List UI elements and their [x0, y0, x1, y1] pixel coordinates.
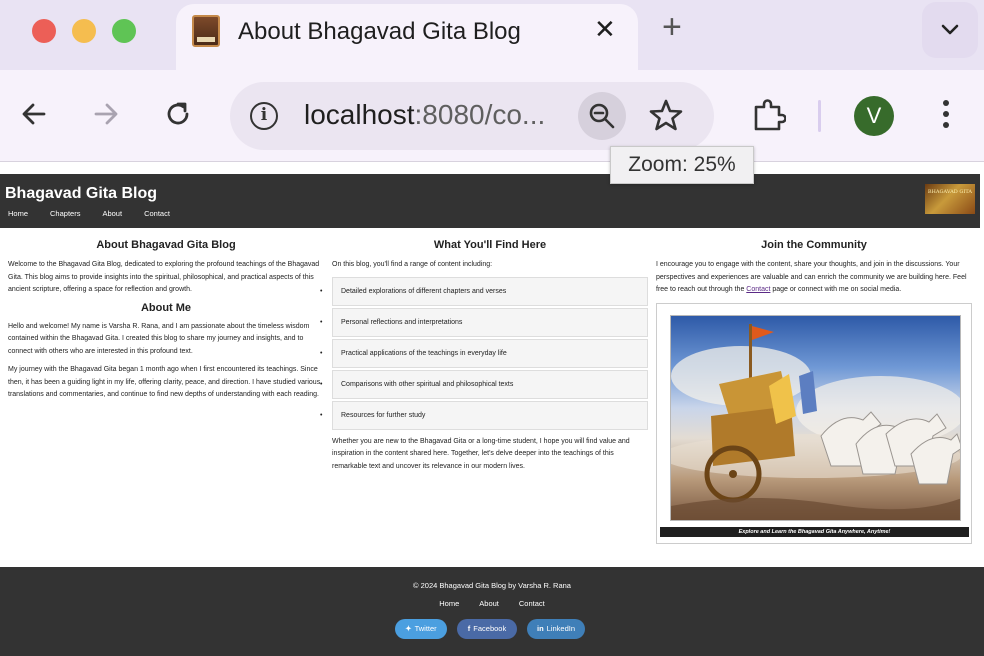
- list-item: Detailed explorations of different chapt…: [332, 276, 648, 306]
- favicon-icon: [192, 15, 220, 47]
- chevron-down-icon: [941, 24, 959, 35]
- community-column: Join the Community I encourage you to en…: [656, 238, 972, 544]
- list-item: Practical applications of the teachings …: [332, 338, 648, 368]
- twitter-icon: ✦: [405, 624, 412, 633]
- toolbar-separator: [818, 100, 821, 132]
- site-footer: © 2024 Bhagavad Gita Blog by Varsha R. R…: [0, 567, 984, 656]
- back-arrow-icon[interactable]: [18, 98, 50, 130]
- about-column: About Bhagavad Gita Blog Welcome to the …: [8, 238, 324, 408]
- browser-tab-active[interactable]: About Bhagavad Gita Blog ✕: [176, 4, 638, 70]
- features-list: Detailed explorations of different chapt…: [332, 276, 648, 430]
- krishna-arjuna-chariot-image: [670, 314, 961, 521]
- extensions-icon[interactable]: [752, 98, 786, 132]
- facebook-button[interactable]: f Facebook: [457, 619, 517, 639]
- features-heading: What You'll Find Here: [433, 239, 547, 251]
- about-heading: About Bhagavad Gita Blog: [96, 239, 236, 251]
- list-bullet: •: [320, 412, 323, 419]
- nav-contact[interactable]: Contact: [144, 209, 170, 218]
- reload-icon[interactable]: [162, 98, 194, 130]
- about-me-heading: About Me: [140, 301, 192, 314]
- footer-nav: Home About Contact: [0, 599, 984, 608]
- list-item: Personal reflections and interpretations: [332, 307, 648, 337]
- image-caption: Explore and Learn the Bhagavad Gita Anyw…: [660, 526, 969, 537]
- about-me-paragraph-2: My journey with the Bhagavad Gita began …: [8, 366, 321, 398]
- nav-home[interactable]: Home: [8, 209, 28, 218]
- about-intro: Welcome to the Bhagavad Gita Blog, dedic…: [8, 261, 320, 293]
- browser-toolbar: i localhost:8080/co... V: [0, 70, 984, 162]
- list-item: Resources for further study: [332, 400, 648, 430]
- window-maximize-button[interactable]: [112, 19, 136, 43]
- linkedin-icon: in: [536, 624, 544, 633]
- zoom-out-icon: [589, 103, 615, 129]
- list-bullet: •: [320, 319, 323, 326]
- footer-link-home[interactable]: Home: [439, 599, 459, 608]
- facebook-icon: f: [467, 624, 471, 633]
- info-icon[interactable]: i: [250, 102, 278, 130]
- tab-title: About Bhagavad Gita Blog: [238, 18, 521, 45]
- list-bullet: •: [320, 350, 323, 357]
- list-item: Comparisons with other spiritual and phi…: [332, 369, 648, 399]
- twitter-button[interactable]: ✦ Twitter: [395, 619, 447, 639]
- about-me-paragraph-1: Hello and welcome! My name is Varsha R. …: [8, 322, 310, 355]
- site-nav: Home Chapters About Contact: [8, 209, 192, 218]
- site-header: Bhagavad Gita Blog Home Chapters About Cont…: [0, 174, 980, 228]
- url-text[interactable]: localhost:8080/co...: [304, 99, 545, 131]
- site-logo: BHAGAVAD GITA: [925, 184, 975, 214]
- address-bar[interactable]: i localhost:8080/co...: [230, 82, 714, 150]
- more-vert-icon[interactable]: [940, 100, 952, 132]
- copyright-text: © 2024 Bhagavad Gita Blog by Varsha R. R…: [413, 581, 571, 590]
- zoom-tooltip: Zoom: 25%: [610, 146, 754, 184]
- avatar[interactable]: V: [854, 96, 894, 136]
- zoom-button[interactable]: [578, 92, 626, 140]
- community-text: I encourage you to engage with the conte…: [656, 261, 967, 293]
- gita-image-card: Explore and Learn the Bhagavad Gita Anyw…: [656, 302, 972, 544]
- window-minimize-button[interactable]: [72, 19, 96, 43]
- features-outro: Whether you are new to the Bhagavad Gita…: [332, 437, 630, 470]
- window-close-button[interactable]: [32, 19, 56, 43]
- contact-link[interactable]: Contact: [746, 286, 770, 293]
- plus-icon[interactable]: +: [662, 10, 682, 44]
- nav-chapters[interactable]: Chapters: [50, 209, 80, 218]
- forward-arrow-icon[interactable]: [90, 98, 122, 130]
- tab-search-button[interactable]: [922, 2, 978, 58]
- list-bullet: •: [320, 381, 323, 388]
- browser-tab-bar: About Bhagavad Gita Blog ✕ +: [0, 0, 984, 70]
- close-icon[interactable]: ✕: [594, 14, 616, 45]
- site-title[interactable]: Bhagavad Gita Blog: [5, 185, 157, 203]
- page-viewport: Bhagavad Gita Blog Home Chapters About Cont…: [0, 163, 984, 656]
- community-heading: Join the Community: [761, 239, 867, 251]
- list-bullet: •: [320, 288, 323, 295]
- nav-about[interactable]: About: [102, 209, 122, 218]
- footer-link-contact[interactable]: Contact: [519, 599, 545, 608]
- features-intro: On this blog, you'll find a range of con…: [332, 261, 493, 268]
- linkedin-button[interactable]: in LinkedIn: [527, 619, 585, 639]
- footer-link-about[interactable]: About: [479, 599, 499, 608]
- star-icon[interactable]: [648, 97, 684, 133]
- features-column: What You'll Find Here On this blog, you'…: [332, 238, 648, 479]
